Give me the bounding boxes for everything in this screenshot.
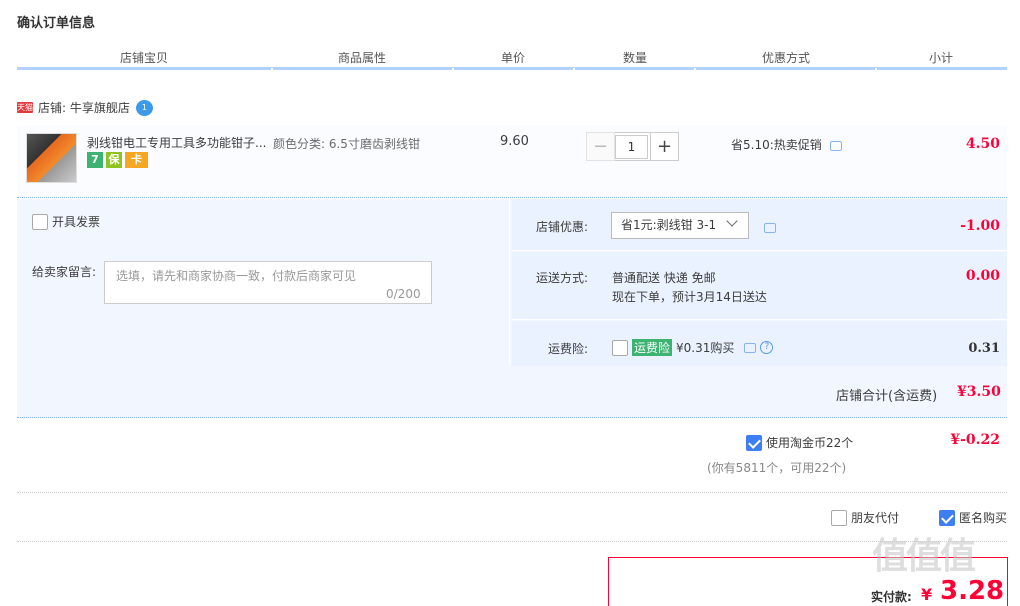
item-subtotal: 4.50 bbox=[965, 136, 1000, 152]
guarantee-icon[interactable]: 保 bbox=[106, 152, 122, 168]
header-sep bbox=[452, 68, 454, 71]
memo-char-count: 0/200 bbox=[386, 287, 421, 301]
invoice-checkbox[interactable] bbox=[32, 213, 48, 230]
friend-pay-option[interactable]: 朋友代付 bbox=[831, 509, 899, 526]
wangwang-chat-icon[interactable]: 1 bbox=[135, 99, 153, 116]
shop-name-link[interactable]: 店铺: 牛享旗舰店 bbox=[38, 99, 130, 116]
shipping-row bbox=[512, 252, 1007, 320]
qty-input[interactable]: 1 bbox=[615, 135, 648, 159]
coupon-select[interactable]: 省1元:剥线钳 3-1 bbox=[611, 212, 749, 239]
friend-pay-label: 朋友代付 bbox=[851, 511, 900, 525]
watermark-logo: 值值值 bbox=[872, 536, 976, 577]
col-header-discount: 优惠方式 bbox=[761, 51, 810, 65]
insurance-price: ¥0.31购买 bbox=[676, 341, 735, 355]
memo-label: 给卖家留言: bbox=[32, 265, 97, 279]
header-sep bbox=[694, 68, 696, 71]
divider bbox=[17, 541, 1007, 542]
tmall-icon: 天猫 bbox=[17, 102, 33, 113]
coins-label: 使用淘金币22个 bbox=[766, 436, 854, 450]
item-unit-price: 9.60 bbox=[500, 134, 529, 149]
help-icon[interactable]: ? bbox=[760, 341, 774, 354]
insurance-checkbox[interactable] bbox=[612, 339, 628, 356]
comment-icon[interactable] bbox=[764, 222, 776, 233]
coins-checkbox[interactable] bbox=[746, 434, 762, 451]
col-header-shop-item: 店铺宝贝 bbox=[119, 51, 168, 65]
page-title: 确认订单信息 bbox=[17, 16, 96, 31]
invoice-option[interactable]: 开具发票 bbox=[32, 213, 100, 230]
promo-text: 省5.10:热卖促销 bbox=[731, 138, 822, 152]
memo-placeholder: 选填，请先和商家协商一致，付款后商家可见 bbox=[116, 269, 357, 283]
comment-icon[interactable] bbox=[744, 342, 757, 353]
insurance-option[interactable]: 运费险 ¥0.31购买 ? bbox=[612, 339, 774, 356]
col-header-price: 单价 bbox=[500, 51, 525, 65]
pay-label: 实付款: bbox=[871, 590, 912, 604]
header-sep bbox=[875, 68, 877, 71]
comment-icon[interactable] bbox=[829, 140, 842, 151]
item-promo: 省5.10:热卖促销 bbox=[731, 136, 842, 153]
qty-increase-button[interactable]: + bbox=[650, 132, 679, 161]
shop-total-label: 店铺合计(含运费) bbox=[836, 389, 938, 404]
item-thumbnail[interactable] bbox=[26, 133, 77, 183]
qty-input-wrap: 1 bbox=[615, 132, 650, 161]
quantity-stepper: − 1 + bbox=[586, 132, 679, 161]
insurance-tag: 运费险 bbox=[632, 339, 673, 356]
shop-row: 天猫 店铺: 牛享旗舰店 1 bbox=[17, 99, 153, 116]
card-payment-icon[interactable]: 卡 bbox=[125, 152, 148, 168]
shop-total-value: ¥3.50 bbox=[957, 384, 1001, 400]
item-name-link[interactable]: 剥线钳电工专用工具多功能钳子... bbox=[87, 134, 272, 151]
qty-decrease-button[interactable]: − bbox=[586, 132, 615, 161]
shipping-method: 普通配送 快递 免邮 bbox=[612, 271, 716, 285]
shipping-amount: 0.00 bbox=[965, 268, 1000, 284]
coupon-label: 店铺优惠: bbox=[536, 220, 589, 234]
insurance-amount: 0.31 bbox=[968, 341, 1000, 356]
col-header-attr: 商品属性 bbox=[337, 51, 386, 65]
insurance-label: 运费险: bbox=[548, 342, 589, 356]
anonymous-option[interactable]: 匿名购买 bbox=[939, 509, 1007, 526]
anonymous-checkbox[interactable] bbox=[939, 509, 955, 526]
coins-amount: ¥-0.22 bbox=[950, 432, 1000, 448]
item-badges: 7 保 卡 bbox=[87, 152, 148, 168]
delivery-estimate: 现在下单，预计3月14日送达 bbox=[612, 290, 767, 304]
divider bbox=[17, 492, 1007, 493]
coins-option[interactable]: 使用淘金币22个 bbox=[746, 434, 853, 451]
item-attribute: 颜色分类: 6.5寸磨齿剥线钳 bbox=[273, 137, 420, 151]
pay-currency: ¥ bbox=[921, 585, 933, 604]
seven-day-return-icon[interactable]: 7 bbox=[87, 152, 103, 168]
header-sep bbox=[271, 68, 273, 71]
header-sep bbox=[573, 68, 575, 71]
col-header-qty: 数量 bbox=[622, 51, 647, 65]
header-underline bbox=[17, 67, 1007, 70]
invoice-label: 开具发票 bbox=[52, 215, 101, 229]
shipping-label: 运送方式: bbox=[536, 271, 589, 285]
pay-amount: 3.28 bbox=[940, 576, 1005, 606]
col-header-subtotal: 小计 bbox=[928, 51, 953, 65]
coins-available: (你有5811个，可用22个) bbox=[707, 461, 847, 475]
anonymous-label: 匿名购买 bbox=[959, 511, 1008, 525]
coupon-amount: -1.00 bbox=[960, 218, 1000, 234]
friend-pay-checkbox[interactable] bbox=[831, 509, 847, 526]
